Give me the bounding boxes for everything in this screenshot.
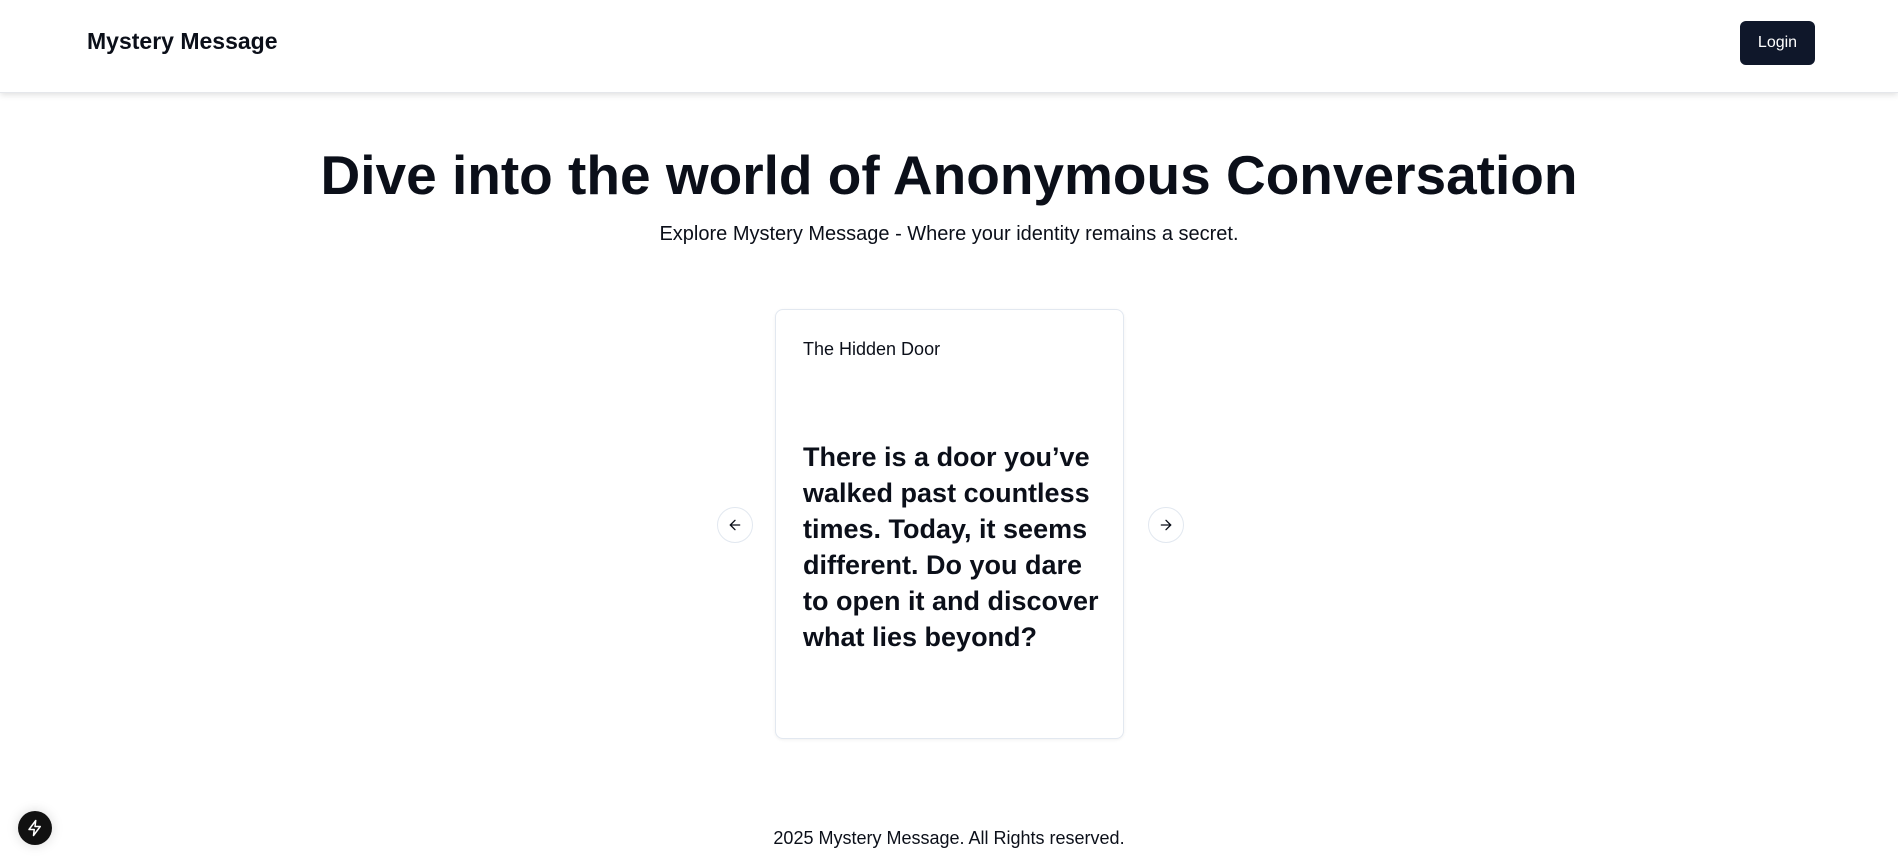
lightning-bolt-icon xyxy=(28,819,41,837)
navbar: Mystery Message Login xyxy=(0,0,1898,93)
carousel-next-button[interactable] xyxy=(1148,507,1184,543)
message-card-body: There is a door you’ve walked past count… xyxy=(803,442,1099,652)
dev-tools-badge[interactable] xyxy=(18,811,52,845)
footer-copyright: 2025 Mystery Message. All Rights reserve… xyxy=(773,828,1125,848)
brand-logo-text[interactable]: Mystery Message xyxy=(87,28,278,55)
message-card: The Hidden Door There is a door you’ve w… xyxy=(775,309,1124,739)
hero-title: Dive into the world of Anonymous Convers… xyxy=(320,144,1578,206)
message-card-title: The Hidden Door xyxy=(803,339,941,359)
arrow-right-icon xyxy=(1160,519,1172,531)
hero-subtitle: Explore Mystery Message - Where your ide… xyxy=(659,223,1239,245)
arrow-left-icon xyxy=(729,519,741,531)
login-button[interactable]: Login xyxy=(1740,21,1815,65)
carousel-prev-button[interactable] xyxy=(717,507,753,543)
